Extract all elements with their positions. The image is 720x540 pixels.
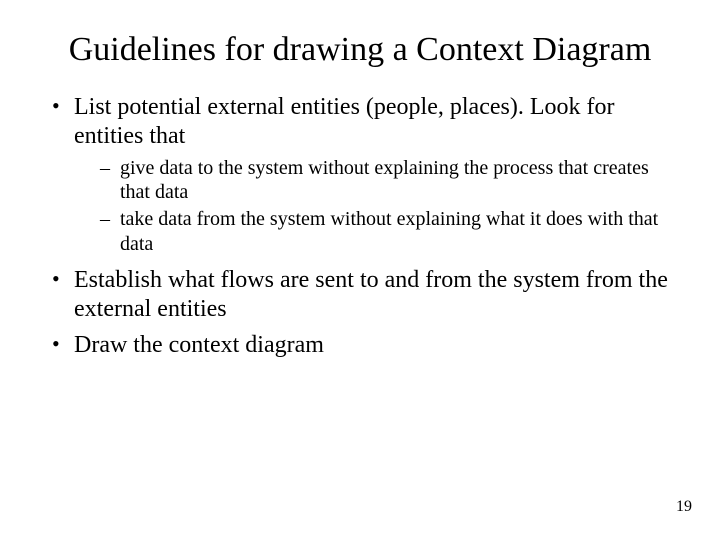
sub-bullet-list: give data to the system without explaini… xyxy=(74,156,674,257)
bullet-text: Establish what flows are sent to and fro… xyxy=(74,267,668,322)
page-number: 19 xyxy=(676,498,692,516)
sub-bullet-text: give data to the system without explaini… xyxy=(120,157,649,203)
bullet-text: List potential external entities (people… xyxy=(74,94,614,149)
bullet-item: Draw the context diagram xyxy=(46,331,674,360)
slide-body: List potential external entities (people… xyxy=(0,93,720,360)
sub-bullet-item: take data from the system without explai… xyxy=(98,207,674,256)
sub-bullet-item: give data to the system without explaini… xyxy=(98,156,674,205)
slide-title: Guidelines for drawing a Context Diagram xyxy=(0,0,720,87)
bullet-list: List potential external entities (people… xyxy=(46,93,674,360)
bullet-item: Establish what flows are sent to and fro… xyxy=(46,266,674,325)
sub-bullet-text: take data from the system without explai… xyxy=(120,208,658,254)
bullet-text: Draw the context diagram xyxy=(74,332,324,358)
slide: Guidelines for drawing a Context Diagram… xyxy=(0,0,720,540)
bullet-item: List potential external entities (people… xyxy=(46,93,674,256)
